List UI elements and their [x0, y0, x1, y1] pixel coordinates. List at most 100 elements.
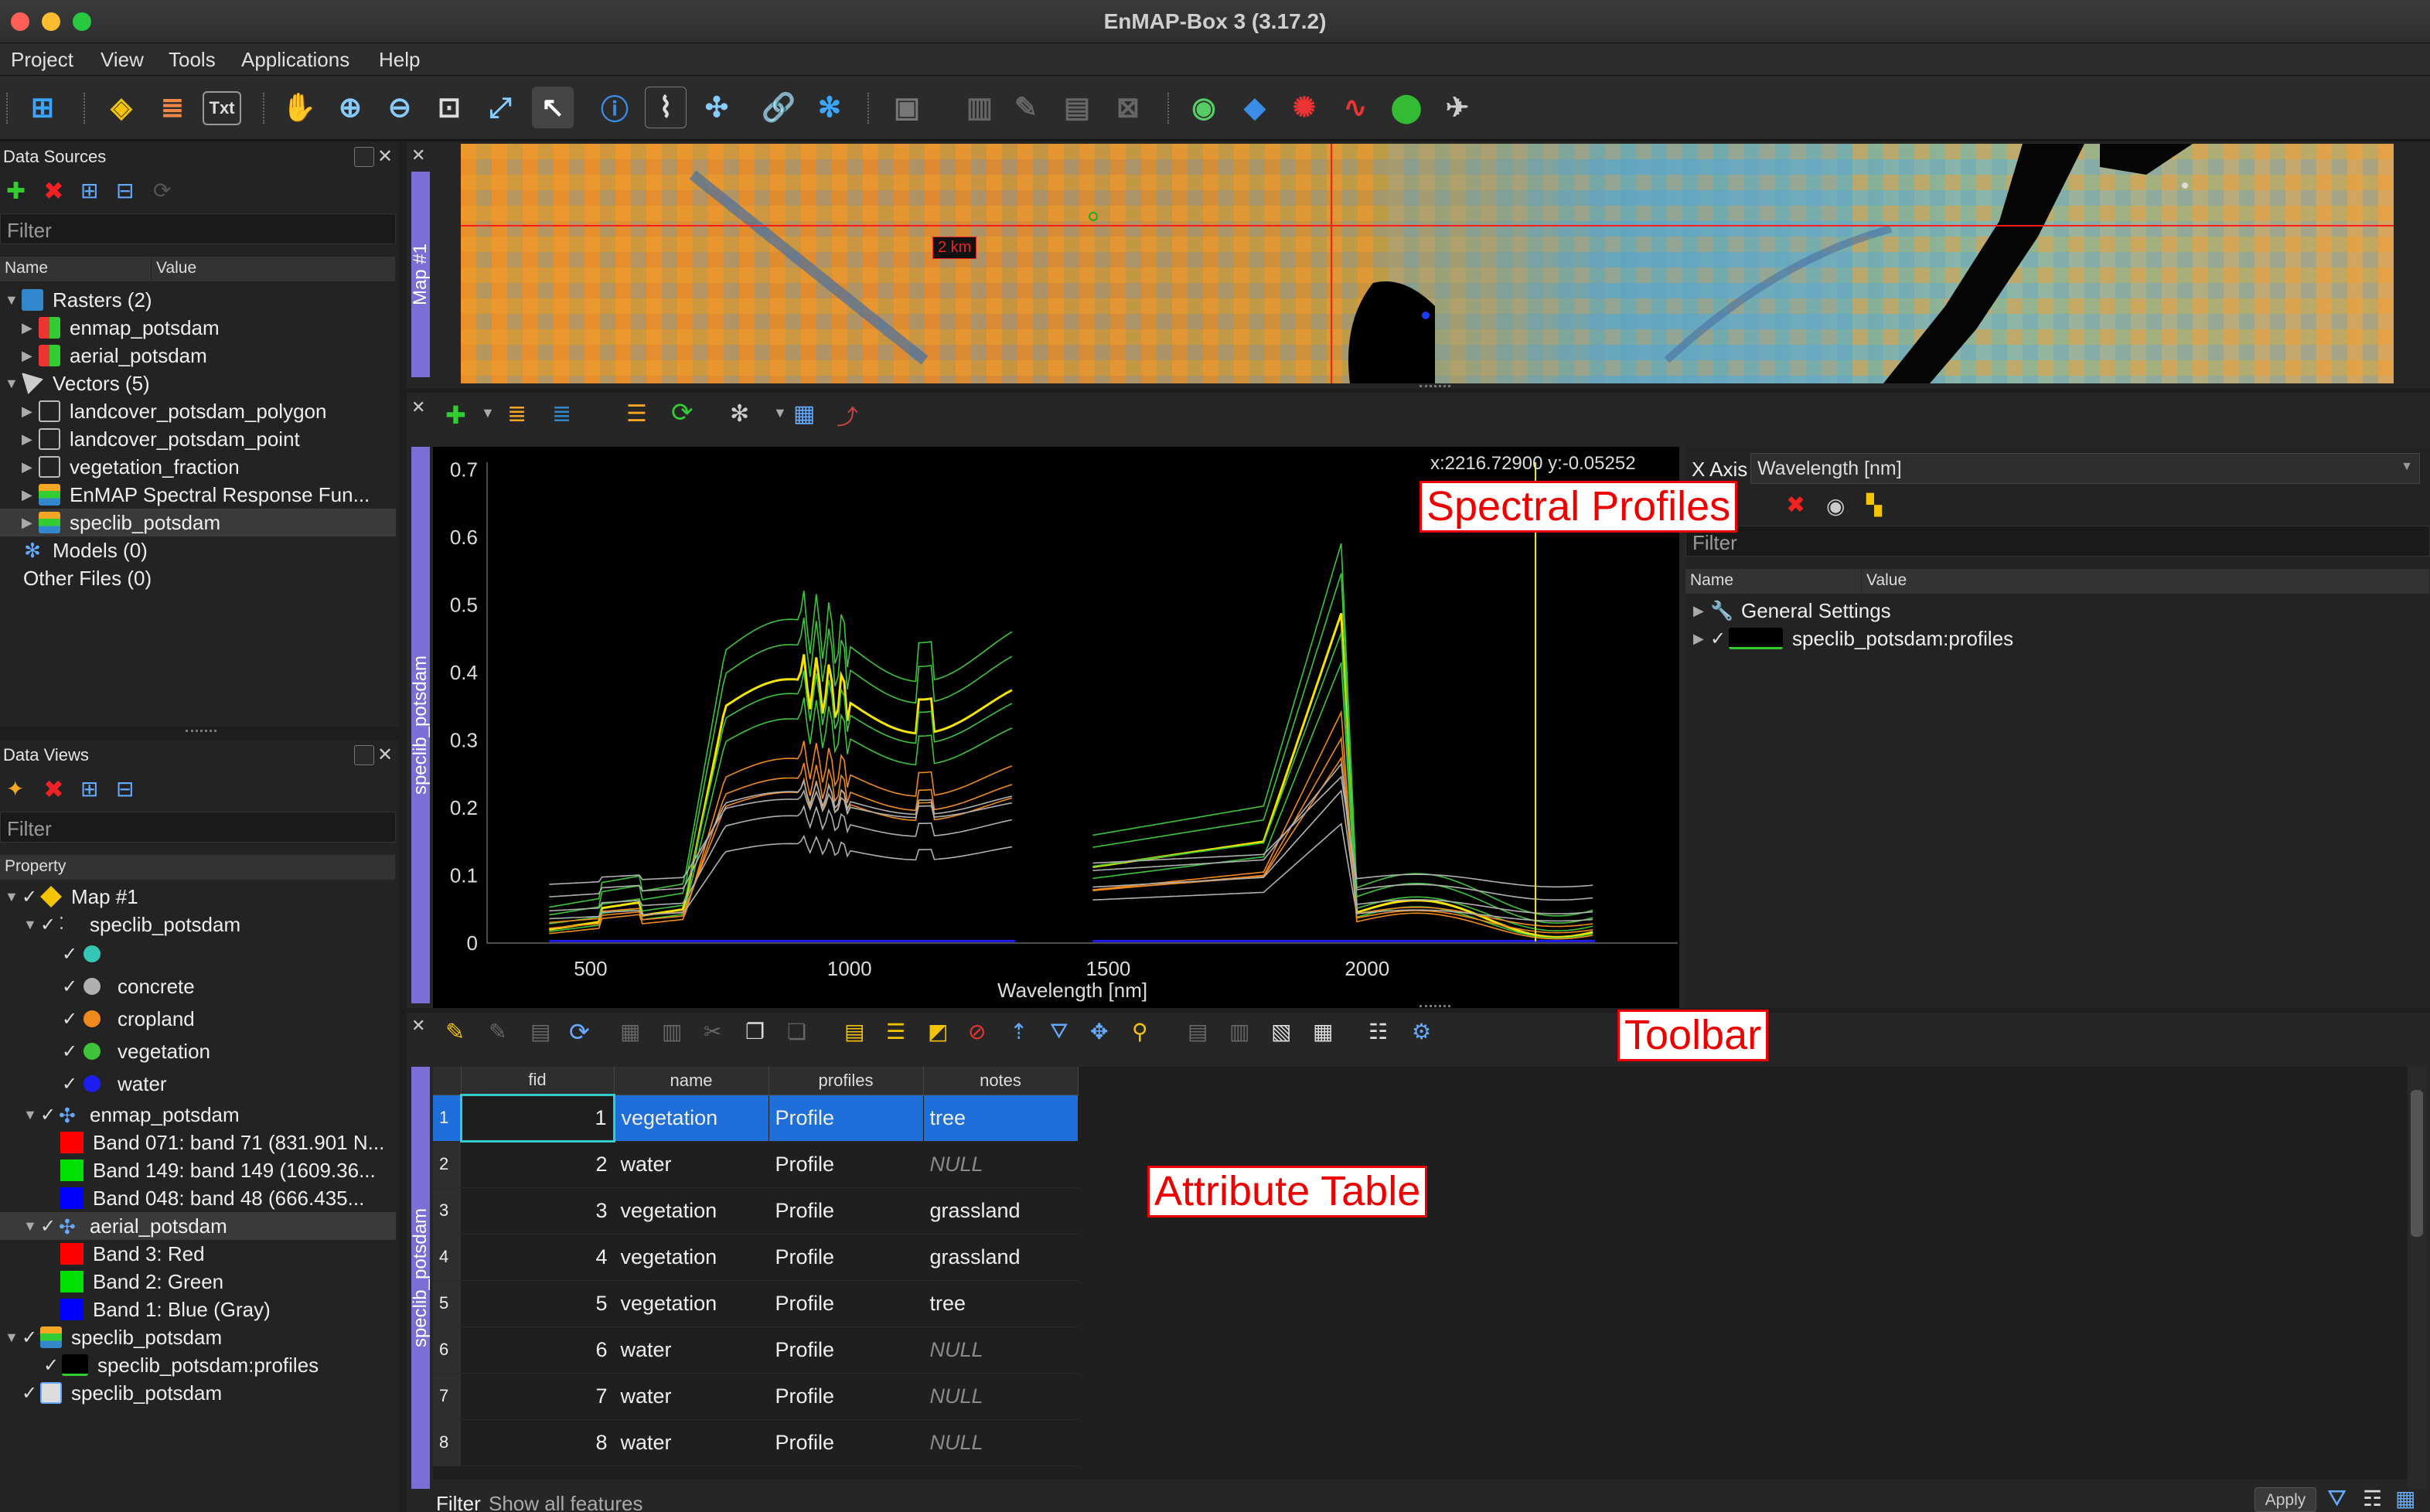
cell-notes[interactable]: NULL: [923, 1141, 1079, 1188]
dropdown-arrow-icon[interactable]: ▼: [773, 405, 787, 421]
tree-item-vector[interactable]: ▶ EnMAP Spectral Response Fun...: [22, 481, 370, 509]
spectral-profile-curve[interactable]: [549, 670, 1013, 925]
band-item[interactable]: Band 1: Blue (Gray): [60, 1296, 271, 1323]
cell-name[interactable]: water: [614, 1373, 769, 1420]
cell-notes[interactable]: NULL: [923, 1419, 1079, 1466]
col-header-name[interactable]: Name: [0, 257, 152, 281]
tree-node-models[interactable]: ✻ Models (0): [22, 536, 148, 564]
spectral-profile-curve[interactable]: [549, 591, 1013, 908]
table-row[interactable]: 5 5 vegetation Profile tree: [433, 1280, 1079, 1327]
tree-node-profile-layer[interactable]: ▶ ✓ speclib_potsdam:profiles: [1693, 625, 2013, 652]
scrollbar-thumb[interactable]: [2411, 1090, 2423, 1237]
add-view-icon[interactable]: ✦: [6, 776, 24, 802]
tree-node-speclib-table[interactable]: ✓ speclib_potsdam: [22, 1379, 222, 1407]
move-selection-top-icon[interactable]: ⇡: [1010, 1019, 1028, 1044]
spectral-profile-curve[interactable]: [1092, 822, 1593, 922]
select-cursor-icon[interactable]: ↖: [532, 87, 574, 128]
tree-item-profiles[interactable]: ✓ speclib_potsdam:profiles: [43, 1351, 319, 1379]
actions-icon[interactable]: ☷: [1368, 1019, 1388, 1044]
spectral-curve-icon[interactable]: ∿: [1334, 87, 1376, 128]
tree-node-general-settings[interactable]: ▶ 🔧 General Settings: [1693, 597, 1891, 625]
cell-name[interactable]: water: [614, 1141, 769, 1188]
cell-profiles[interactable]: Profile: [769, 1280, 924, 1327]
open-text-view-icon[interactable]: Txt: [203, 91, 241, 125]
add-data-source-icon[interactable]: ⊞: [22, 87, 63, 128]
cell-notes[interactable]: grassland: [923, 1187, 1079, 1234]
splitter-handle[interactable]: [186, 730, 216, 732]
col-header-value[interactable]: Value: [152, 257, 396, 281]
cell-name[interactable]: water: [614, 1326, 769, 1374]
form-view-icon[interactable]: ☶: [2363, 1486, 2382, 1511]
close-dock-icon[interactable]: ✕: [411, 397, 425, 417]
map-canvas[interactable]: 2 km: [461, 144, 2394, 383]
select-all-icon[interactable]: ☰: [886, 1019, 905, 1044]
table-row[interactable]: 4 4 vegetation Profile grassland: [433, 1234, 1079, 1281]
legend-class[interactable]: ✓ cropland: [62, 1005, 195, 1033]
tree-node-speclib-view[interactable]: ▼ ✓ speclib_potsdam: [5, 1323, 222, 1351]
spectral-profile-curve[interactable]: [1092, 710, 1593, 940]
legend-class[interactable]: ✓ vegetation: [62, 1037, 210, 1065]
profile-plot-icon[interactable]: ⤴: [837, 400, 858, 431]
cut-icon[interactable]: ✂: [704, 1019, 721, 1044]
delete-feature-icon[interactable]: ▥: [662, 1019, 682, 1044]
cell-fid[interactable]: 6: [461, 1326, 615, 1374]
add-profile-source-icon[interactable]: ≣: [507, 400, 527, 427]
cell-fid[interactable]: 3: [461, 1187, 615, 1234]
map-dock-label[interactable]: Map #1: [410, 172, 431, 377]
zoom-native-resolution-icon[interactable]: ⊡: [428, 87, 470, 128]
style-icon[interactable]: ▚: [1866, 493, 1882, 517]
tree-node-rasters[interactable]: ▼ Rasters (2): [5, 286, 152, 314]
refresh-icon[interactable]: ⟳: [671, 397, 694, 428]
table-row[interactable]: 8 8 water Profile NULL: [433, 1419, 1079, 1466]
reload-icon[interactable]: ⟳: [153, 178, 171, 203]
menu-project[interactable]: Project: [11, 46, 73, 73]
float-panel-icon[interactable]: [354, 147, 374, 167]
identify-profile-icon[interactable]: ⌇: [645, 87, 687, 128]
cell-notes[interactable]: grassland: [923, 1234, 1079, 1281]
deselect-features-icon[interactable]: ▥: [959, 87, 1000, 128]
expand-all-icon[interactable]: ⊞: [80, 178, 98, 203]
col-header-name[interactable]: Name: [1685, 569, 1862, 594]
filter-icon[interactable]: ⛛: [1050, 1019, 1068, 1044]
add-feature-icon[interactable]: ▦: [620, 1019, 640, 1044]
close-dock-icon[interactable]: ✕: [411, 1016, 425, 1036]
table-settings-icon[interactable]: ⚙: [1412, 1019, 1431, 1044]
processing-icon[interactable]: ✻: [730, 400, 749, 427]
spectral-profile-curve[interactable]: [549, 762, 1013, 929]
cell-fid[interactable]: 5: [461, 1280, 615, 1327]
splitter-handle[interactable]: [1419, 1005, 1450, 1007]
toolbar-handle[interactable]: [6, 93, 9, 124]
menu-view[interactable]: View: [101, 46, 144, 73]
pan-to-selected-icon[interactable]: ✥: [1090, 1019, 1108, 1044]
cell-notes[interactable]: NULL: [923, 1373, 1079, 1420]
delete-features-icon[interactable]: ⊠: [1107, 87, 1149, 128]
cell-name[interactable]: vegetation: [614, 1280, 769, 1327]
tree-node-vectors[interactable]: ▼ Vectors (5): [5, 369, 150, 397]
cell-profiles[interactable]: Profile: [769, 1326, 924, 1374]
table-row[interactable]: 3 3 vegetation Profile grassland: [433, 1187, 1079, 1234]
cell-name[interactable]: vegetation: [614, 1095, 769, 1142]
field-calculator-icon[interactable]: ▧: [1271, 1019, 1291, 1044]
column-header-fid[interactable]: fid: [461, 1067, 615, 1095]
select-by-expression-icon[interactable]: ▤: [844, 1019, 864, 1044]
tree-item-vector[interactable]: ▶ landcover_potsdam_polygon: [22, 397, 326, 425]
zoom-out-icon[interactable]: ⊖: [379, 87, 421, 128]
remove-view-icon[interactable]: ✖: [43, 775, 64, 804]
open-spectral-library-icon[interactable]: ≣: [152, 87, 193, 128]
column-header-profiles[interactable]: profiles: [769, 1067, 924, 1095]
legend-class[interactable]: ✓: [62, 940, 118, 968]
filter-icon[interactable]: ⛛: [2327, 1486, 2347, 1512]
tree-item-vector[interactable]: ▶ landcover_potsdam_point: [22, 425, 300, 453]
close-panel-icon[interactable]: ✕: [377, 744, 393, 766]
band-item[interactable]: Band 149: band 149 (1609.36...: [60, 1156, 376, 1184]
invert-selection-icon[interactable]: ◩: [928, 1019, 948, 1044]
multi-edit-icon[interactable]: ✎: [489, 1019, 506, 1044]
band-item[interactable]: Band 048: band 48 (666.435...: [60, 1184, 364, 1212]
cell-profiles[interactable]: Profile: [769, 1419, 924, 1466]
save-edits-icon[interactable]: ▤: [530, 1019, 550, 1044]
apply-button[interactable]: Apply: [2254, 1487, 2316, 1512]
menu-help[interactable]: Help: [379, 46, 420, 73]
tree-node-aerial-layer-selected[interactable]: ▼ ✓ ✣ aerial_potsdam: [0, 1212, 396, 1240]
delete-field-icon[interactable]: ▥: [1229, 1019, 1249, 1044]
data-views-filter-input[interactable]: Filter: [0, 812, 396, 843]
